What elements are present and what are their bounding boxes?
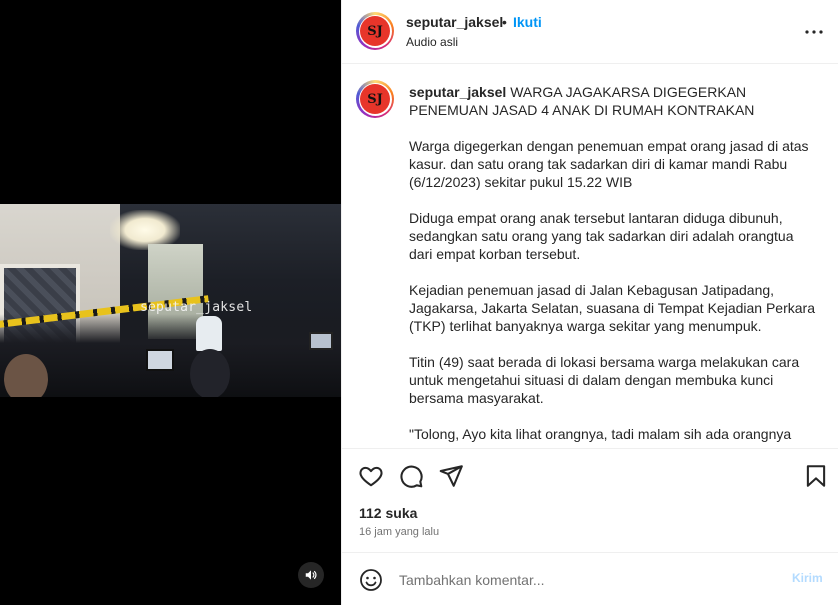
avatar-ring: SJ: [358, 82, 392, 116]
header-separator: •: [502, 14, 507, 30]
avatar-ring: SJ: [358, 14, 392, 48]
speaker-icon: [305, 570, 317, 580]
caption-paragraph: "Tolong, Ayo kita lihat orangnya, tadi m…: [409, 426, 792, 442]
video-scene-person: [4, 354, 48, 397]
header-username[interactable]: seputar_jaksel: [406, 14, 503, 30]
follow-button[interactable]: Ikuti: [513, 14, 542, 30]
caption-text: seputar_jaksel WARGA JAGAKARSA DIGEGERKA…: [409, 83, 819, 448]
send-icon: [439, 465, 463, 487]
heart-icon: [359, 466, 383, 487]
avatar-logo: SJ: [360, 16, 390, 46]
bookmark-icon: [806, 465, 826, 487]
caption-headline-paragraph: seputar_jaksel WARGA JAGAKARSA DIGEGERKA…: [409, 83, 819, 119]
caption-paragraph: Warga digegerkan dengan penemuan empat o…: [409, 138, 809, 190]
avatar[interactable]: SJ: [356, 12, 394, 50]
video-scene-person: [190, 349, 230, 397]
more-horizontal-icon: [805, 30, 823, 34]
save-button[interactable]: [803, 463, 829, 489]
video-scene-officer: [196, 316, 222, 351]
send-comment-button[interactable]: Kirim: [792, 571, 823, 585]
post-media[interactable]: seputar_jaksel: [0, 0, 341, 605]
post-timestamp[interactable]: 16 jam yang lalu: [359, 526, 439, 538]
caption-avatar[interactable]: SJ: [356, 80, 394, 118]
post-details-panel: SJ seputar_jaksel • Ikuti Audio asli SJ …: [341, 0, 838, 605]
more-options-button[interactable]: [802, 20, 826, 44]
caption-paragraph: Diduga empat orang anak tersebut lantara…: [409, 210, 794, 262]
video-watermark: seputar_jaksel: [140, 300, 253, 315]
post-header: SJ seputar_jaksel • Ikuti Audio asli: [342, 0, 838, 64]
comment-icon: [400, 465, 423, 488]
like-count[interactable]: 112 suka: [359, 505, 417, 521]
video-scene-phone: [146, 349, 174, 371]
comment-bar: Kirim: [342, 552, 838, 605]
share-button[interactable]: [438, 463, 464, 489]
caption-paragraph: Titin (49) saat berada di lokasi bersama…: [409, 354, 800, 406]
caption-area: SJ seputar_jaksel WARGA JAGAKARSA DIGEGE…: [342, 64, 838, 448]
audio-toggle-button[interactable]: [298, 562, 324, 588]
action-bar: [342, 448, 838, 503]
comment-input[interactable]: [397, 567, 781, 593]
caption-paragraph: Kejadian penemuan jasad di Jalan Kebagus…: [409, 282, 815, 334]
caption-username[interactable]: seputar_jaksel: [409, 84, 506, 100]
video-scene-phone: [309, 332, 333, 350]
smiley-icon: [360, 569, 382, 591]
audio-source-link[interactable]: Audio asli: [406, 35, 458, 49]
emoji-button[interactable]: [359, 568, 383, 592]
avatar-logo: SJ: [360, 84, 390, 114]
like-button[interactable]: [358, 463, 384, 489]
comment-button[interactable]: [398, 463, 424, 489]
